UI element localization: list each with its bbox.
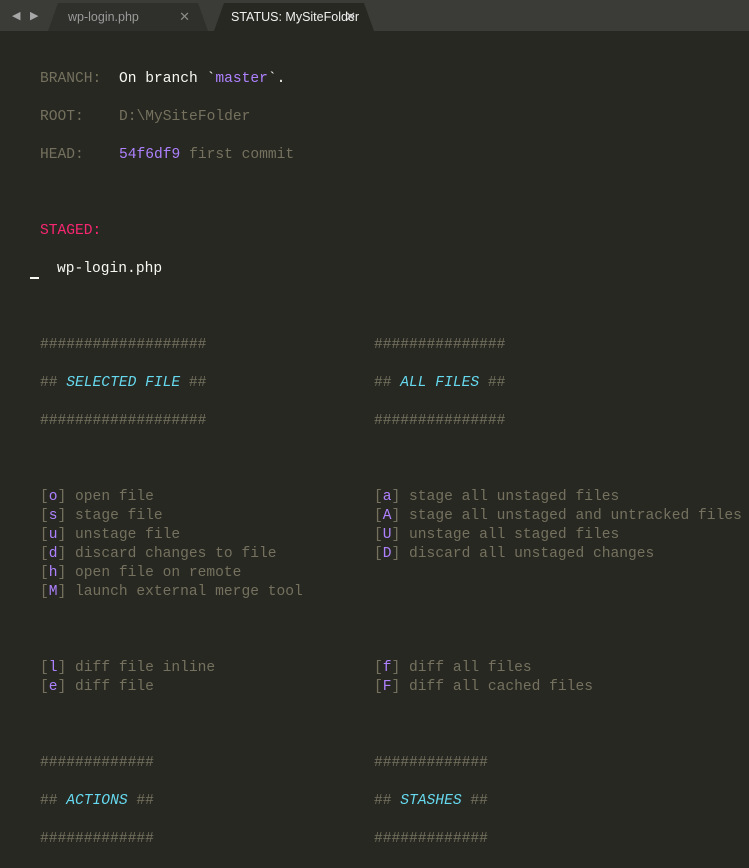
head-message: first commit bbox=[189, 147, 295, 163]
command-key: e bbox=[48, 679, 58, 695]
command-label: diff file bbox=[75, 679, 154, 695]
command-e[interactable]: [e] diff file bbox=[40, 679, 154, 695]
command-key: d bbox=[48, 546, 58, 562]
tab-bar: ◀ ▶ wp-login.php ✕ STATUS: MySiteFolder ✕ bbox=[0, 0, 749, 31]
section-rule: ############# bbox=[40, 755, 154, 771]
command-D[interactable]: [D] discard all unstaged changes bbox=[374, 545, 654, 564]
section-rule: ############# bbox=[374, 831, 488, 847]
command-label: diff all cached files bbox=[409, 679, 593, 695]
section-header-selected: ## SELECTED FILE ## bbox=[40, 375, 207, 391]
command-key: l bbox=[48, 660, 58, 676]
command-key: A bbox=[382, 508, 392, 524]
command-key: U bbox=[382, 527, 392, 543]
command-label: discard changes to file bbox=[75, 546, 277, 562]
section-title: STASHES bbox=[400, 793, 462, 809]
staged-file-name: wp-login.php bbox=[57, 261, 163, 277]
close-icon[interactable]: ✕ bbox=[179, 3, 190, 31]
tab-status[interactable]: STATUS: MySiteFolder ✕ bbox=[214, 3, 374, 31]
command-key: h bbox=[48, 565, 58, 581]
section-rule: ################### bbox=[40, 413, 207, 429]
command-M[interactable]: [M] launch external merge tool bbox=[40, 584, 303, 600]
command-l[interactable]: [l] diff file inline bbox=[40, 660, 215, 676]
command-key: f bbox=[382, 660, 392, 676]
command-label: stage all unstaged files bbox=[409, 489, 620, 505]
section-header-stashes: ## STASHES ## bbox=[374, 793, 488, 809]
section-rule: ############### bbox=[374, 337, 506, 353]
branch-name: master bbox=[215, 71, 268, 87]
command-label: unstage all staged files bbox=[409, 527, 620, 543]
command-h[interactable]: [h] open file on remote bbox=[40, 565, 241, 581]
command-label: unstage file bbox=[75, 527, 181, 543]
section-header-all: ## ALL FILES ## bbox=[374, 375, 506, 391]
tab-label: STATUS: MySiteFolder bbox=[231, 10, 360, 24]
section-rule: ################### bbox=[40, 337, 207, 353]
command-key: u bbox=[48, 527, 58, 543]
command-F[interactable]: [F] diff all cached files bbox=[374, 678, 593, 697]
head-label: HEAD: bbox=[40, 147, 84, 163]
head-line: HEAD: 54f6df9 first commit bbox=[40, 146, 303, 165]
cursor bbox=[30, 277, 39, 279]
command-f[interactable]: [f] diff all files bbox=[374, 659, 532, 678]
root-label: ROOT: bbox=[40, 109, 84, 125]
staged-file[interactable]: wp-login.php bbox=[30, 260, 303, 279]
command-label: diff all files bbox=[409, 660, 532, 676]
section-rule: ############# bbox=[40, 831, 154, 847]
command-key: D bbox=[382, 546, 392, 562]
command-label: open file on remote bbox=[75, 565, 242, 581]
command-a[interactable]: [a] stage all unstaged files bbox=[374, 488, 619, 507]
section-rule: ############# bbox=[374, 755, 488, 771]
command-label: stage all unstaged and untracked files bbox=[409, 508, 742, 524]
command-s[interactable]: [s] stage file bbox=[40, 508, 163, 524]
tab-label: wp-login.php bbox=[68, 10, 139, 24]
command-key: F bbox=[382, 679, 392, 695]
command-label: open file bbox=[75, 489, 154, 505]
section-header-actions: ## ACTIONS ## bbox=[40, 793, 154, 809]
command-A[interactable]: [A] stage all unstaged and untracked fil… bbox=[374, 507, 742, 526]
root-path: D:\MySiteFolder bbox=[119, 109, 251, 125]
staged-label: STAGED: bbox=[40, 223, 102, 239]
section-title: ALL FILES bbox=[400, 375, 480, 391]
branch-label: BRANCH: bbox=[40, 71, 102, 87]
status-view[interactable]: BRANCH: On branch `master`. ROOT: D:\MySit… bbox=[30, 51, 742, 868]
branch-text: On branch ` bbox=[119, 71, 216, 87]
branch-text-end: `. bbox=[267, 71, 286, 87]
command-label: stage file bbox=[75, 508, 163, 524]
command-label: discard all unstaged changes bbox=[409, 546, 655, 562]
command-u[interactable]: [u] unstage file bbox=[40, 527, 180, 543]
command-label: launch external merge tool bbox=[75, 584, 303, 600]
section-title: ACTIONS bbox=[66, 793, 128, 809]
tab-nav-arrows-icon[interactable]: ◀ ▶ bbox=[12, 9, 41, 22]
section-rule: ############### bbox=[374, 413, 506, 429]
command-label: diff file inline bbox=[75, 660, 216, 676]
command-key: o bbox=[48, 489, 58, 505]
command-key: M bbox=[48, 584, 58, 600]
close-icon[interactable]: ✕ bbox=[345, 3, 356, 31]
command-U[interactable]: [U] unstage all staged files bbox=[374, 526, 619, 545]
command-d[interactable]: [d] discard changes to file bbox=[40, 546, 276, 562]
command-key: a bbox=[382, 489, 392, 505]
command-key: s bbox=[48, 508, 58, 524]
command-o[interactable]: [o] open file bbox=[40, 489, 154, 505]
section-title: SELECTED FILE bbox=[66, 375, 181, 391]
tab-wp-login[interactable]: wp-login.php ✕ bbox=[48, 3, 208, 31]
root-line: ROOT: D:\MySiteFolder bbox=[40, 108, 303, 127]
branch-line: BRANCH: On branch `master`. bbox=[40, 70, 303, 89]
head-hash: 54f6df9 bbox=[119, 147, 181, 163]
